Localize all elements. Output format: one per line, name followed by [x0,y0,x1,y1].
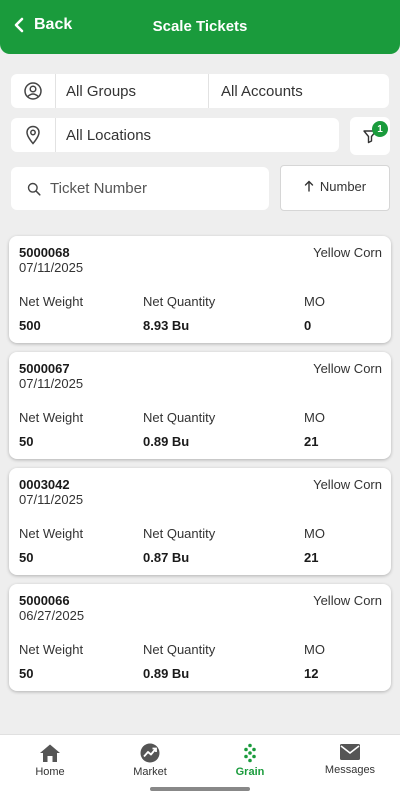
grain-icon [244,743,256,763]
ticket-date: 06/27/2025 [19,608,85,623]
app-header: Back Scale Tickets [0,0,400,54]
nav-market-label: Market [133,766,167,778]
net-weight-value: 50 [19,434,34,449]
filter-count-badge: 1 [372,121,388,137]
search-icon [27,182,41,196]
page-title: Scale Tickets [152,18,248,35]
net-quantity-value: 0.87 Bu [143,550,190,565]
commodity: Yellow Corn [313,593,382,608]
groups-select[interactable]: All Groups [56,74,209,108]
ticket-card[interactable]: 5000068 07/11/2025 Yellow Corn Net Weigh… [9,236,391,343]
home-indicator [150,787,250,791]
ticket-card[interactable]: 5000066 06/27/2025 Yellow Corn Net Weigh… [9,584,391,691]
net-weight-value: 50 [19,550,34,565]
commodity: Yellow Corn [313,477,382,492]
net-quantity-value: 0.89 Bu [143,434,190,449]
nav-messages-label: Messages [324,764,376,776]
net-weight-label: Net Weight [19,526,84,541]
ticket-date: 07/11/2025 [19,260,84,275]
mo-value: 12 [304,666,319,681]
ticket-number: 5000067 [19,361,70,376]
nav-market[interactable]: Market [100,735,200,801]
commodity: Yellow Corn [313,361,382,376]
mail-icon [340,744,360,760]
net-weight-label: Net Weight [19,294,84,309]
ticket-date: 07/11/2025 [19,492,84,507]
mo-label: MO [304,294,325,309]
market-icon [140,743,160,763]
sort-button[interactable]: Number [280,165,390,211]
user-icon [11,74,56,108]
filter-button[interactable]: 1 [350,117,390,155]
mo-label: MO [304,642,325,657]
mo-label: MO [304,410,325,425]
net-quantity-label: Net Quantity [143,526,216,541]
ticket-date: 07/11/2025 [19,376,84,391]
net-quantity-label: Net Quantity [143,294,216,309]
ticket-number-input[interactable] [48,179,262,198]
arrow-up-icon [304,180,314,192]
net-weight-label: Net Weight [19,410,84,425]
net-quantity-value: 0.89 Bu [143,666,190,681]
nav-grain-label: Grain [235,766,265,778]
nav-messages[interactable]: Messages [300,735,400,801]
net-weight-label: Net Weight [19,642,84,657]
mo-value: 0 [304,318,312,333]
ticket-list: 5000068 07/11/2025 Yellow Corn Net Weigh… [9,236,391,700]
net-quantity-label: Net Quantity [143,410,216,425]
ticket-number: 5000066 [19,593,70,608]
sort-label: Number [319,179,367,194]
net-quantity-value: 8.93 Bu [143,318,190,333]
ticket-number: 0003042 [19,477,70,492]
nav-home-label: Home [35,766,65,778]
location-filter: All Locations [11,118,339,152]
mo-label: MO [304,526,325,541]
net-weight-value: 50 [19,666,34,681]
accounts-select[interactable]: All Accounts [209,74,389,108]
location-pin-icon [11,118,56,152]
locations-select[interactable]: All Locations [56,118,339,152]
mo-value: 21 [304,434,319,449]
group-account-filter: All Groups All Accounts [11,74,389,108]
ticket-card[interactable]: 5000067 07/11/2025 Yellow Corn Net Weigh… [9,352,391,459]
nav-grain[interactable]: Grain [200,735,300,801]
ticket-card[interactable]: 0003042 07/11/2025 Yellow Corn Net Weigh… [9,468,391,575]
ticket-number: 5000068 [19,245,70,260]
net-weight-value: 500 [19,318,41,333]
nav-home[interactable]: Home [0,735,100,801]
ticket-search [11,167,269,210]
mo-value: 21 [304,550,319,565]
home-icon [40,744,60,762]
net-quantity-label: Net Quantity [143,642,216,657]
commodity: Yellow Corn [313,245,382,260]
